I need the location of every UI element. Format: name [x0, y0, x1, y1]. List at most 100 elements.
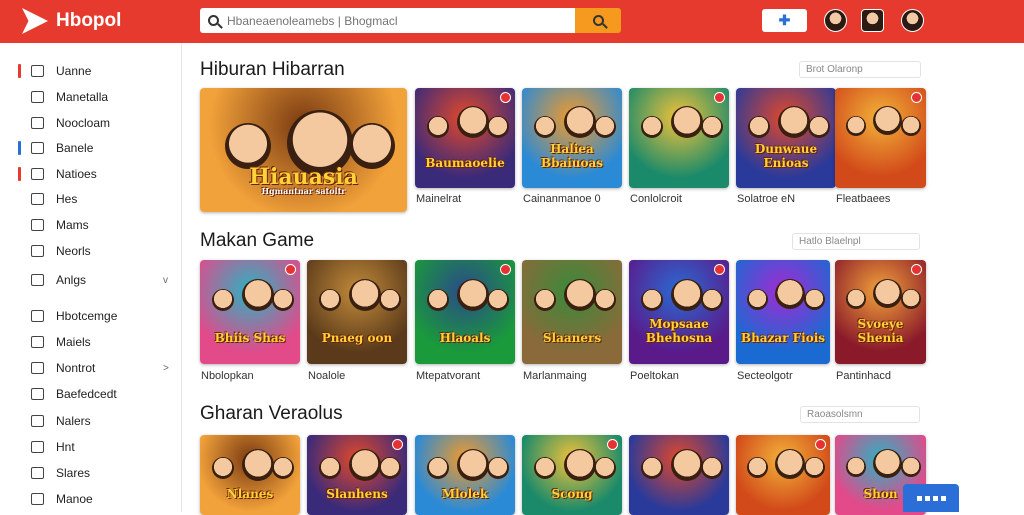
sidebar-item[interactable]: Banele — [0, 137, 182, 159]
game-card[interactable]: Nlanes — [200, 435, 300, 515]
game-card-label[interactable]: Conlolcroit — [630, 193, 682, 205]
game-thumbnail: Slanhens — [307, 435, 407, 515]
game-card-label[interactable]: Noalole — [308, 370, 345, 382]
game-card[interactable]: Haliea Bbaiuoas — [522, 88, 622, 188]
game-card-label[interactable]: Solatroe eN — [737, 193, 795, 205]
game-card-label[interactable]: Mtepatvorant — [416, 370, 480, 382]
chevron-icon[interactable]: v — [163, 275, 168, 286]
sidebar-item[interactable]: Manoe — [0, 488, 182, 510]
game-card[interactable]: Slaaners — [522, 260, 622, 364]
game-card[interactable]: Pnaeg oon — [307, 260, 407, 364]
game-card[interactable]: Hiauasia Hgmantnar satoltr — [200, 88, 407, 212]
section-filter-input[interactable]: Hatlo Blaelnpl — [792, 233, 920, 250]
favorite-badge-icon[interactable] — [285, 264, 296, 275]
character-figure — [212, 289, 234, 311]
game-card[interactable]: Slanhens — [307, 435, 407, 515]
search-box[interactable] — [200, 8, 575, 33]
section-title: Gharan Veraolus — [200, 403, 343, 424]
character-figure — [534, 116, 556, 138]
search-button[interactable] — [575, 8, 621, 33]
favorite-badge-icon[interactable] — [815, 439, 826, 450]
app-switcher-button[interactable]: ✚ — [762, 9, 807, 32]
character-figure — [671, 279, 703, 311]
sidebar-item[interactable]: Baefedcedt — [0, 383, 182, 405]
sidebar-item[interactable]: Hbotcemge — [0, 305, 182, 327]
chevron-icon[interactable]: > — [163, 363, 169, 374]
game-thumbnail: Dunwaue Enioas — [736, 88, 836, 188]
sidebar-item-label: Nalers — [56, 414, 91, 428]
doc-icon — [31, 219, 44, 231]
game-card[interactable]: Mopsaae Bhehosna — [629, 260, 729, 364]
game-card[interactable]: Bhazar Fiois — [736, 260, 830, 364]
game-card-label[interactable]: Cainanmanoe 0 — [523, 193, 601, 205]
game-thumbnail — [629, 88, 729, 188]
avatar[interactable] — [901, 9, 924, 32]
game-card[interactable] — [629, 88, 729, 188]
sidebar-item[interactable]: Hes — [0, 188, 182, 210]
game-card[interactable] — [629, 435, 729, 515]
game-card[interactable] — [835, 88, 926, 188]
list-icon — [31, 168, 44, 180]
sidebar-item[interactable]: Slares — [0, 462, 182, 484]
game-card-label[interactable]: Poeltokan — [630, 370, 679, 382]
character-figure — [272, 289, 294, 311]
game-card[interactable]: Dunwaue Enioas — [736, 88, 836, 188]
game-thumbnail — [629, 435, 729, 515]
avatar[interactable] — [861, 9, 884, 32]
search-input[interactable] — [227, 13, 557, 28]
sidebar-item[interactable]: Anlgs v — [0, 269, 182, 291]
game-card[interactable]: Bhiis Shas — [200, 260, 300, 364]
character-figure — [901, 457, 921, 477]
character-figure — [873, 279, 902, 308]
game-card[interactable]: Mlolek — [415, 435, 515, 515]
game-card[interactable] — [736, 435, 830, 515]
game-card-label[interactable]: Fleatbaees — [836, 193, 890, 205]
sidebar-item[interactable]: Nontrot > — [0, 357, 182, 379]
favorite-badge-icon[interactable] — [714, 264, 725, 275]
sidebar-item[interactable]: Maiels — [0, 331, 182, 353]
sidebar-item-label: Baefedcedt — [56, 387, 117, 401]
game-card-label[interactable]: Pantinhacd — [836, 370, 891, 382]
game-card-label[interactable]: Marlanmaing — [523, 370, 587, 382]
refresh-icon — [31, 245, 44, 257]
game-card[interactable]: Scong — [522, 435, 622, 515]
favorite-badge-icon[interactable] — [911, 264, 922, 275]
favorite-badge-icon[interactable] — [911, 92, 922, 103]
favorite-badge-icon[interactable] — [392, 439, 403, 450]
bars-icon — [31, 467, 44, 479]
game-card-label[interactable]: Secteolgotr — [737, 370, 793, 382]
avatar[interactable] — [824, 9, 847, 32]
sidebar-item-label: Hbotcemge — [56, 309, 118, 323]
chat-icon — [31, 193, 44, 205]
favorite-badge-icon[interactable] — [500, 264, 511, 275]
character-figure — [808, 116, 830, 138]
sidebar-item[interactable]: Manetalla — [0, 86, 182, 108]
game-art-title: Bhazar Fiois — [740, 331, 826, 345]
sidebar-item-label: Mams — [56, 218, 89, 232]
sidebar-item[interactable]: Noocloam — [0, 112, 182, 134]
character-figure — [594, 289, 616, 311]
favorite-badge-icon[interactable] — [607, 439, 618, 450]
game-card-label[interactable]: Mainelrat — [416, 193, 461, 205]
game-card[interactable]: Svoeye Shenia — [835, 260, 926, 364]
favorite-badge-icon[interactable] — [500, 92, 511, 103]
game-thumbnail: Hiauasia Hgmantnar satoltr — [200, 88, 407, 212]
section-filter-input[interactable]: Brot Olaronp — [799, 61, 921, 78]
sidebar-item[interactable]: Mams — [0, 214, 182, 236]
game-card[interactable]: Hlaoals — [415, 260, 515, 364]
sidebar-item[interactable]: Uanne — [0, 60, 182, 82]
sidebar-item[interactable]: Neorls — [0, 240, 182, 262]
brand-name: Hbopol — [56, 10, 122, 31]
sidebar-item[interactable]: Nalers — [0, 410, 182, 432]
brand-logo[interactable]: Hbopol — [22, 8, 121, 34]
game-card-label[interactable]: Nbolopkan — [201, 370, 254, 382]
grid-fab-button[interactable] — [903, 484, 959, 512]
favorite-badge-icon[interactable] — [714, 92, 725, 103]
game-card[interactable]: Baumaoelie — [415, 88, 515, 188]
sidebar-item[interactable]: Natioes — [0, 163, 182, 185]
character-figure — [379, 289, 401, 311]
section-filter-input[interactable]: Raoasolsmn — [800, 406, 920, 423]
calendar-icon — [31, 388, 44, 400]
character-figure — [457, 106, 489, 138]
sidebar-item[interactable]: Hnt — [0, 436, 182, 458]
